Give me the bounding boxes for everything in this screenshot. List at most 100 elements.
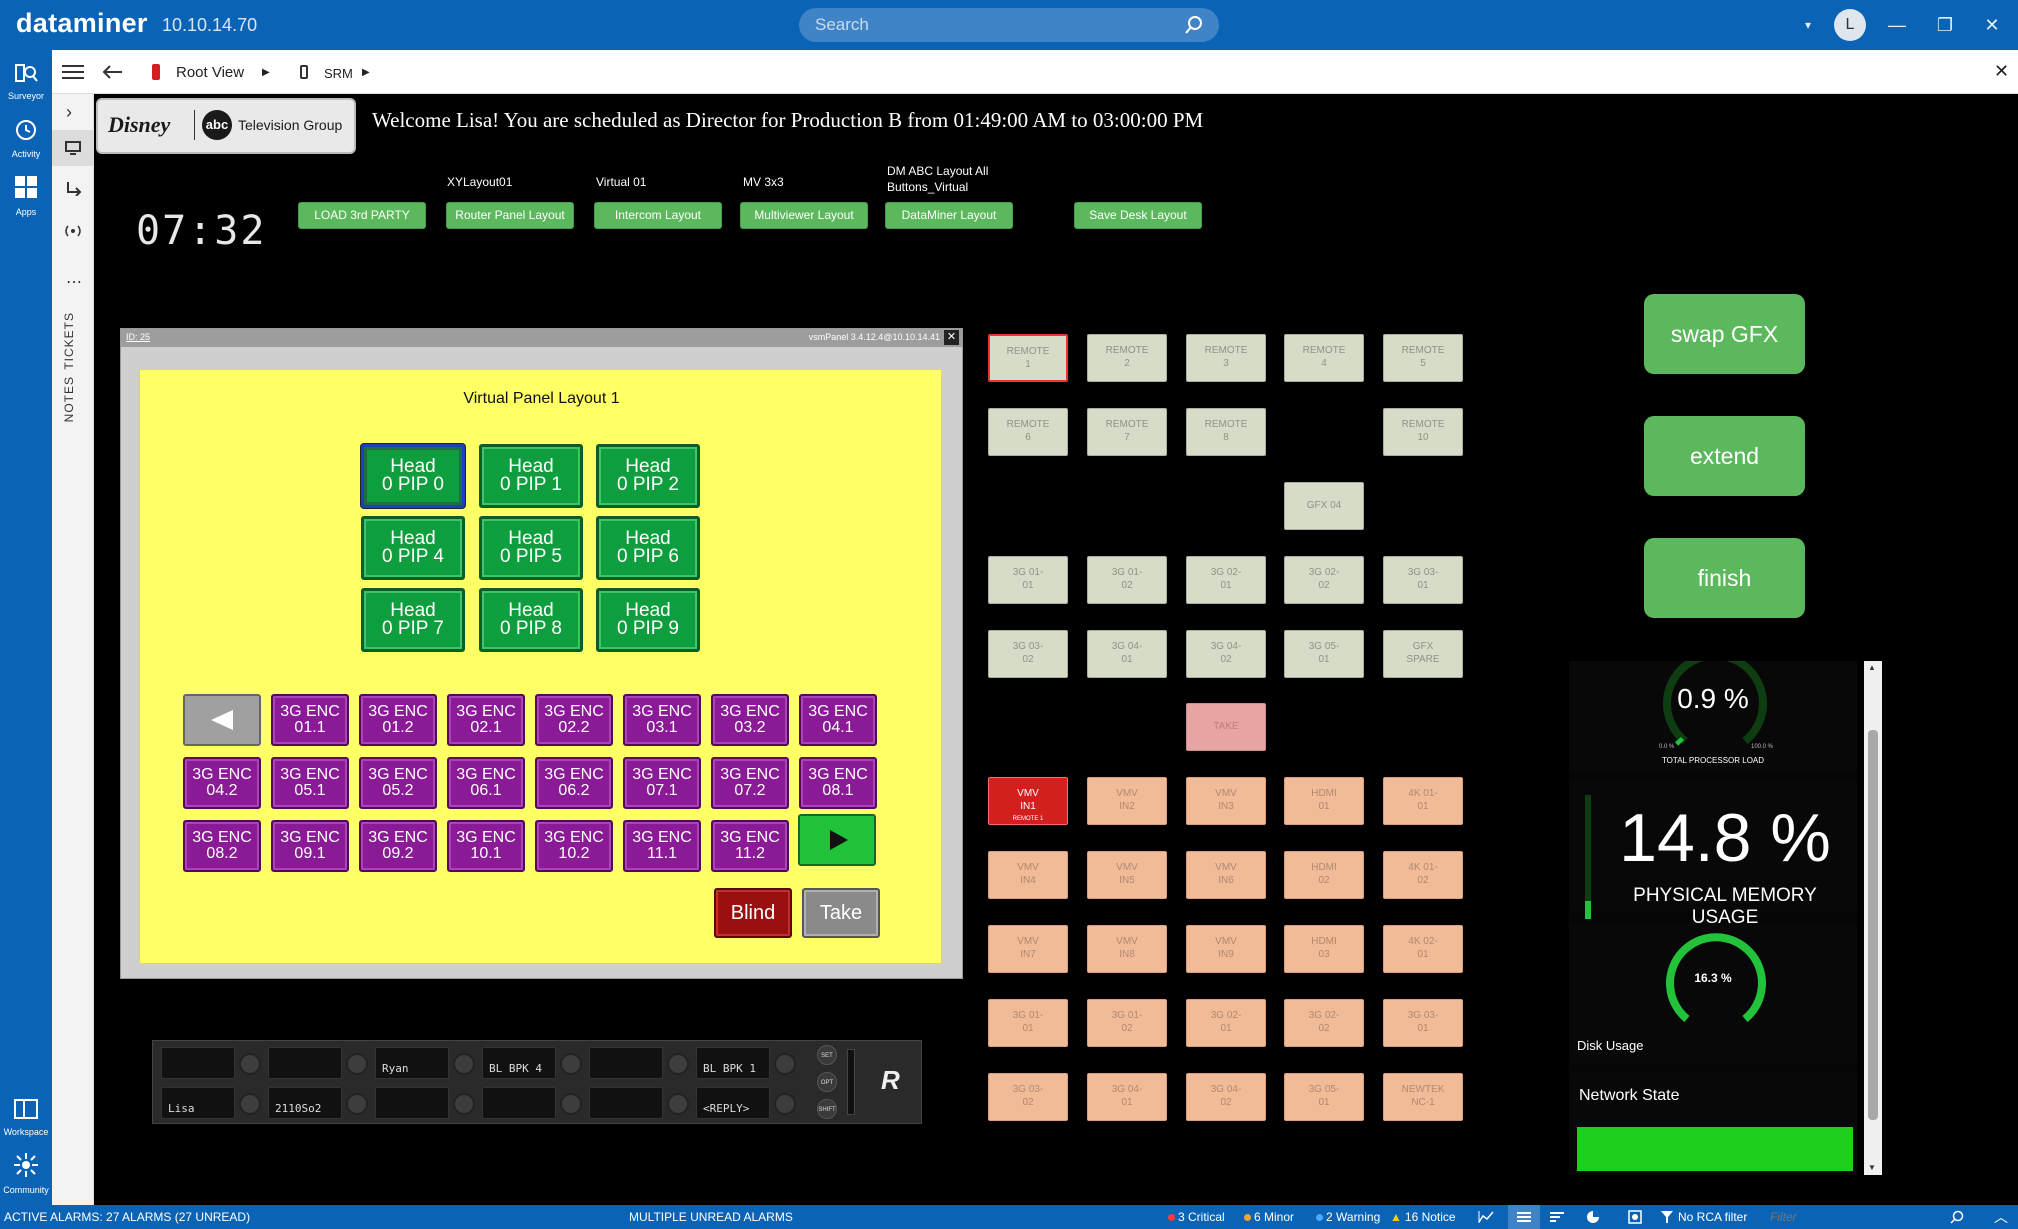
encoder-button[interactable]: 3G ENC 09.1 bbox=[271, 820, 349, 872]
router-knob[interactable] bbox=[453, 1053, 475, 1075]
encoder-button[interactable]: 3G ENC 05.1 bbox=[271, 757, 349, 809]
source-button[interactable]: REMOTE 3 bbox=[1186, 334, 1266, 382]
encoder-button[interactable]: 3G ENC 03.1 bbox=[623, 694, 701, 746]
router-knob[interactable] bbox=[239, 1053, 261, 1075]
encoder-button[interactable]: 3G ENC 06.2 bbox=[535, 757, 613, 809]
source-button[interactable]: 3G 04- 02 bbox=[1186, 1073, 1266, 1121]
router-knob[interactable] bbox=[346, 1053, 368, 1075]
router-lcd-display[interactable]: Ryan bbox=[375, 1047, 449, 1079]
router-lcd-display[interactable]: BL BPK 1 bbox=[696, 1047, 770, 1079]
swap-gfx-button[interactable]: swap GFX bbox=[1644, 294, 1805, 374]
active-alarms-text[interactable]: ACTIVE ALARMS: 27 ALARMS (27 UNREAD) bbox=[4, 1210, 250, 1224]
rail-notes[interactable]: NOTES bbox=[62, 376, 76, 422]
sidebar-item-activity[interactable]: Activity bbox=[0, 118, 52, 159]
breadcrumb-root-view[interactable]: Root View bbox=[176, 64, 244, 81]
multiviewer-layout-button[interactable]: Multiviewer Layout bbox=[740, 202, 868, 229]
sidebar-item-workspace[interactable]: Workspace bbox=[0, 1098, 52, 1137]
head-pip-button[interactable]: Head 0 PIP 5 bbox=[479, 516, 583, 580]
router-lcd-display[interactable]: 2110So2 bbox=[268, 1087, 342, 1119]
encoder-button[interactable]: 3G ENC 03.2 bbox=[711, 694, 789, 746]
source-button[interactable]: HDMI 02 bbox=[1284, 851, 1364, 899]
source-button[interactable]: GFX SPARE bbox=[1383, 630, 1463, 678]
router-lcd-display[interactable]: <REPLY> bbox=[696, 1087, 770, 1119]
head-pip-button[interactable]: Head 0 PIP 0 bbox=[361, 444, 465, 508]
router-knob[interactable] bbox=[346, 1093, 368, 1115]
close-window-icon[interactable]: ✕ bbox=[1979, 12, 2005, 38]
sidebar-item-apps[interactable]: Apps bbox=[0, 174, 52, 217]
scroll-up-icon[interactable]: ▲ bbox=[1868, 663, 1876, 672]
hamburger-menu-icon[interactable] bbox=[62, 64, 84, 80]
source-button[interactable]: VMV IN7 bbox=[988, 925, 1068, 973]
source-button[interactable]: HDMI 03 bbox=[1284, 925, 1364, 973]
chevron-right-icon[interactable]: ▶ bbox=[362, 67, 370, 78]
router-lcd-display[interactable] bbox=[589, 1087, 663, 1119]
source-button[interactable]: 3G 04- 02 bbox=[1186, 630, 1266, 678]
search-input[interactable] bbox=[815, 14, 1155, 36]
encoder-button[interactable]: 3G ENC 10.2 bbox=[535, 820, 613, 872]
head-pip-button[interactable]: Head 0 PIP 2 bbox=[596, 444, 700, 508]
minimize-icon[interactable]: — bbox=[1884, 12, 1910, 38]
dataminer-layout-button[interactable]: DataMiner Layout bbox=[885, 202, 1013, 229]
chevron-right-icon[interactable]: ▶ bbox=[262, 67, 270, 78]
search-box[interactable] bbox=[799, 8, 1219, 42]
source-button[interactable]: 3G 01- 02 bbox=[1087, 556, 1167, 604]
source-button[interactable]: VMV IN3 bbox=[1186, 777, 1266, 825]
search-icon[interactable] bbox=[1183, 14, 1205, 36]
head-pip-button[interactable]: Head 0 PIP 7 bbox=[361, 588, 465, 652]
encoder-button[interactable]: 3G ENC 02.1 bbox=[447, 694, 525, 746]
source-button[interactable]: REMOTE 1 bbox=[988, 334, 1068, 382]
chevron-right-icon[interactable]: › bbox=[66, 102, 72, 123]
router-knob[interactable] bbox=[774, 1053, 796, 1075]
source-button[interactable]: VMV IN1 REMOTE 1 bbox=[988, 777, 1068, 825]
rail-tickets[interactable]: TICKETS bbox=[62, 312, 76, 370]
router-lcd-display[interactable]: Lisa bbox=[161, 1087, 235, 1119]
source-button[interactable]: VMV IN8 bbox=[1087, 925, 1167, 973]
router-lcd-display[interactable] bbox=[268, 1047, 342, 1079]
source-button[interactable]: 3G 03- 01 bbox=[1383, 999, 1463, 1047]
minor-count[interactable]: 6 Minor bbox=[1244, 1210, 1294, 1224]
source-button[interactable]: 3G 05- 01 bbox=[1284, 630, 1364, 678]
search-icon[interactable] bbox=[1950, 1210, 1964, 1224]
source-button[interactable]: VMV IN4 bbox=[988, 851, 1068, 899]
extend-button[interactable]: extend bbox=[1644, 416, 1805, 496]
finish-button[interactable]: finish bbox=[1644, 538, 1805, 618]
source-button[interactable]: REMOTE 7 bbox=[1087, 408, 1167, 456]
breadcrumb-srm[interactable]: SRM bbox=[324, 66, 353, 81]
router-knob[interactable] bbox=[239, 1093, 261, 1115]
warning-count[interactable]: 2 Warning bbox=[1316, 1210, 1380, 1224]
encoder-button[interactable]: 3G ENC 01.1 bbox=[271, 694, 349, 746]
notice-count[interactable]: ▲ 16 Notice bbox=[1390, 1210, 1456, 1224]
encoder-button[interactable]: 3G ENC 04.2 bbox=[183, 757, 261, 809]
head-pip-button[interactable]: Head 0 PIP 4 bbox=[361, 516, 465, 580]
source-button[interactable]: VMV IN6 bbox=[1186, 851, 1266, 899]
router-knob[interactable] bbox=[774, 1093, 796, 1115]
close-icon[interactable]: ✕ bbox=[944, 330, 959, 345]
source-button[interactable]: VMV IN9 bbox=[1186, 925, 1266, 973]
router-panel-layout-button[interactable]: Router Panel Layout bbox=[446, 202, 574, 229]
router-side-button[interactable]: SHIFT bbox=[817, 1099, 837, 1119]
sidebar-item-surveyor[interactable]: Surveyor bbox=[0, 62, 52, 101]
source-button[interactable]: 4K 01- 01 bbox=[1383, 777, 1463, 825]
source-button[interactable]: 3G 03- 01 bbox=[1383, 556, 1463, 604]
encoder-button[interactable]: 3G ENC 01.2 bbox=[359, 694, 437, 746]
source-button[interactable]: REMOTE 4 bbox=[1284, 334, 1364, 382]
router-lcd-display[interactable]: BL BPK 4 bbox=[482, 1047, 556, 1079]
source-button[interactable]: 3G 02- 01 bbox=[1186, 999, 1266, 1047]
source-button[interactable]: 3G 04- 01 bbox=[1087, 630, 1167, 678]
fader-slider[interactable] bbox=[847, 1049, 855, 1115]
source-button[interactable]: REMOTE 6 bbox=[988, 408, 1068, 456]
source-button[interactable]: NEWTEK NC-1 bbox=[1383, 1073, 1463, 1121]
router-lcd-display[interactable] bbox=[589, 1047, 663, 1079]
source-button[interactable]: REMOTE 5 bbox=[1383, 334, 1463, 382]
router-side-button[interactable]: OPT bbox=[817, 1072, 837, 1092]
source-button[interactable]: 3G 01- 01 bbox=[988, 556, 1068, 604]
encoder-button[interactable]: 3G ENC 09.2 bbox=[359, 820, 437, 872]
save-desk-layout-button[interactable]: Save Desk Layout bbox=[1074, 202, 1202, 229]
router-knob[interactable] bbox=[667, 1053, 689, 1075]
filter-box[interactable] bbox=[1766, 1207, 1972, 1227]
router-knob[interactable] bbox=[453, 1093, 475, 1115]
pie-chart-icon[interactable] bbox=[1586, 1210, 1600, 1224]
trend-icon[interactable] bbox=[1478, 1210, 1494, 1224]
list-view-toggle[interactable] bbox=[1508, 1205, 1540, 1229]
filter-input[interactable] bbox=[1770, 1209, 1940, 1225]
